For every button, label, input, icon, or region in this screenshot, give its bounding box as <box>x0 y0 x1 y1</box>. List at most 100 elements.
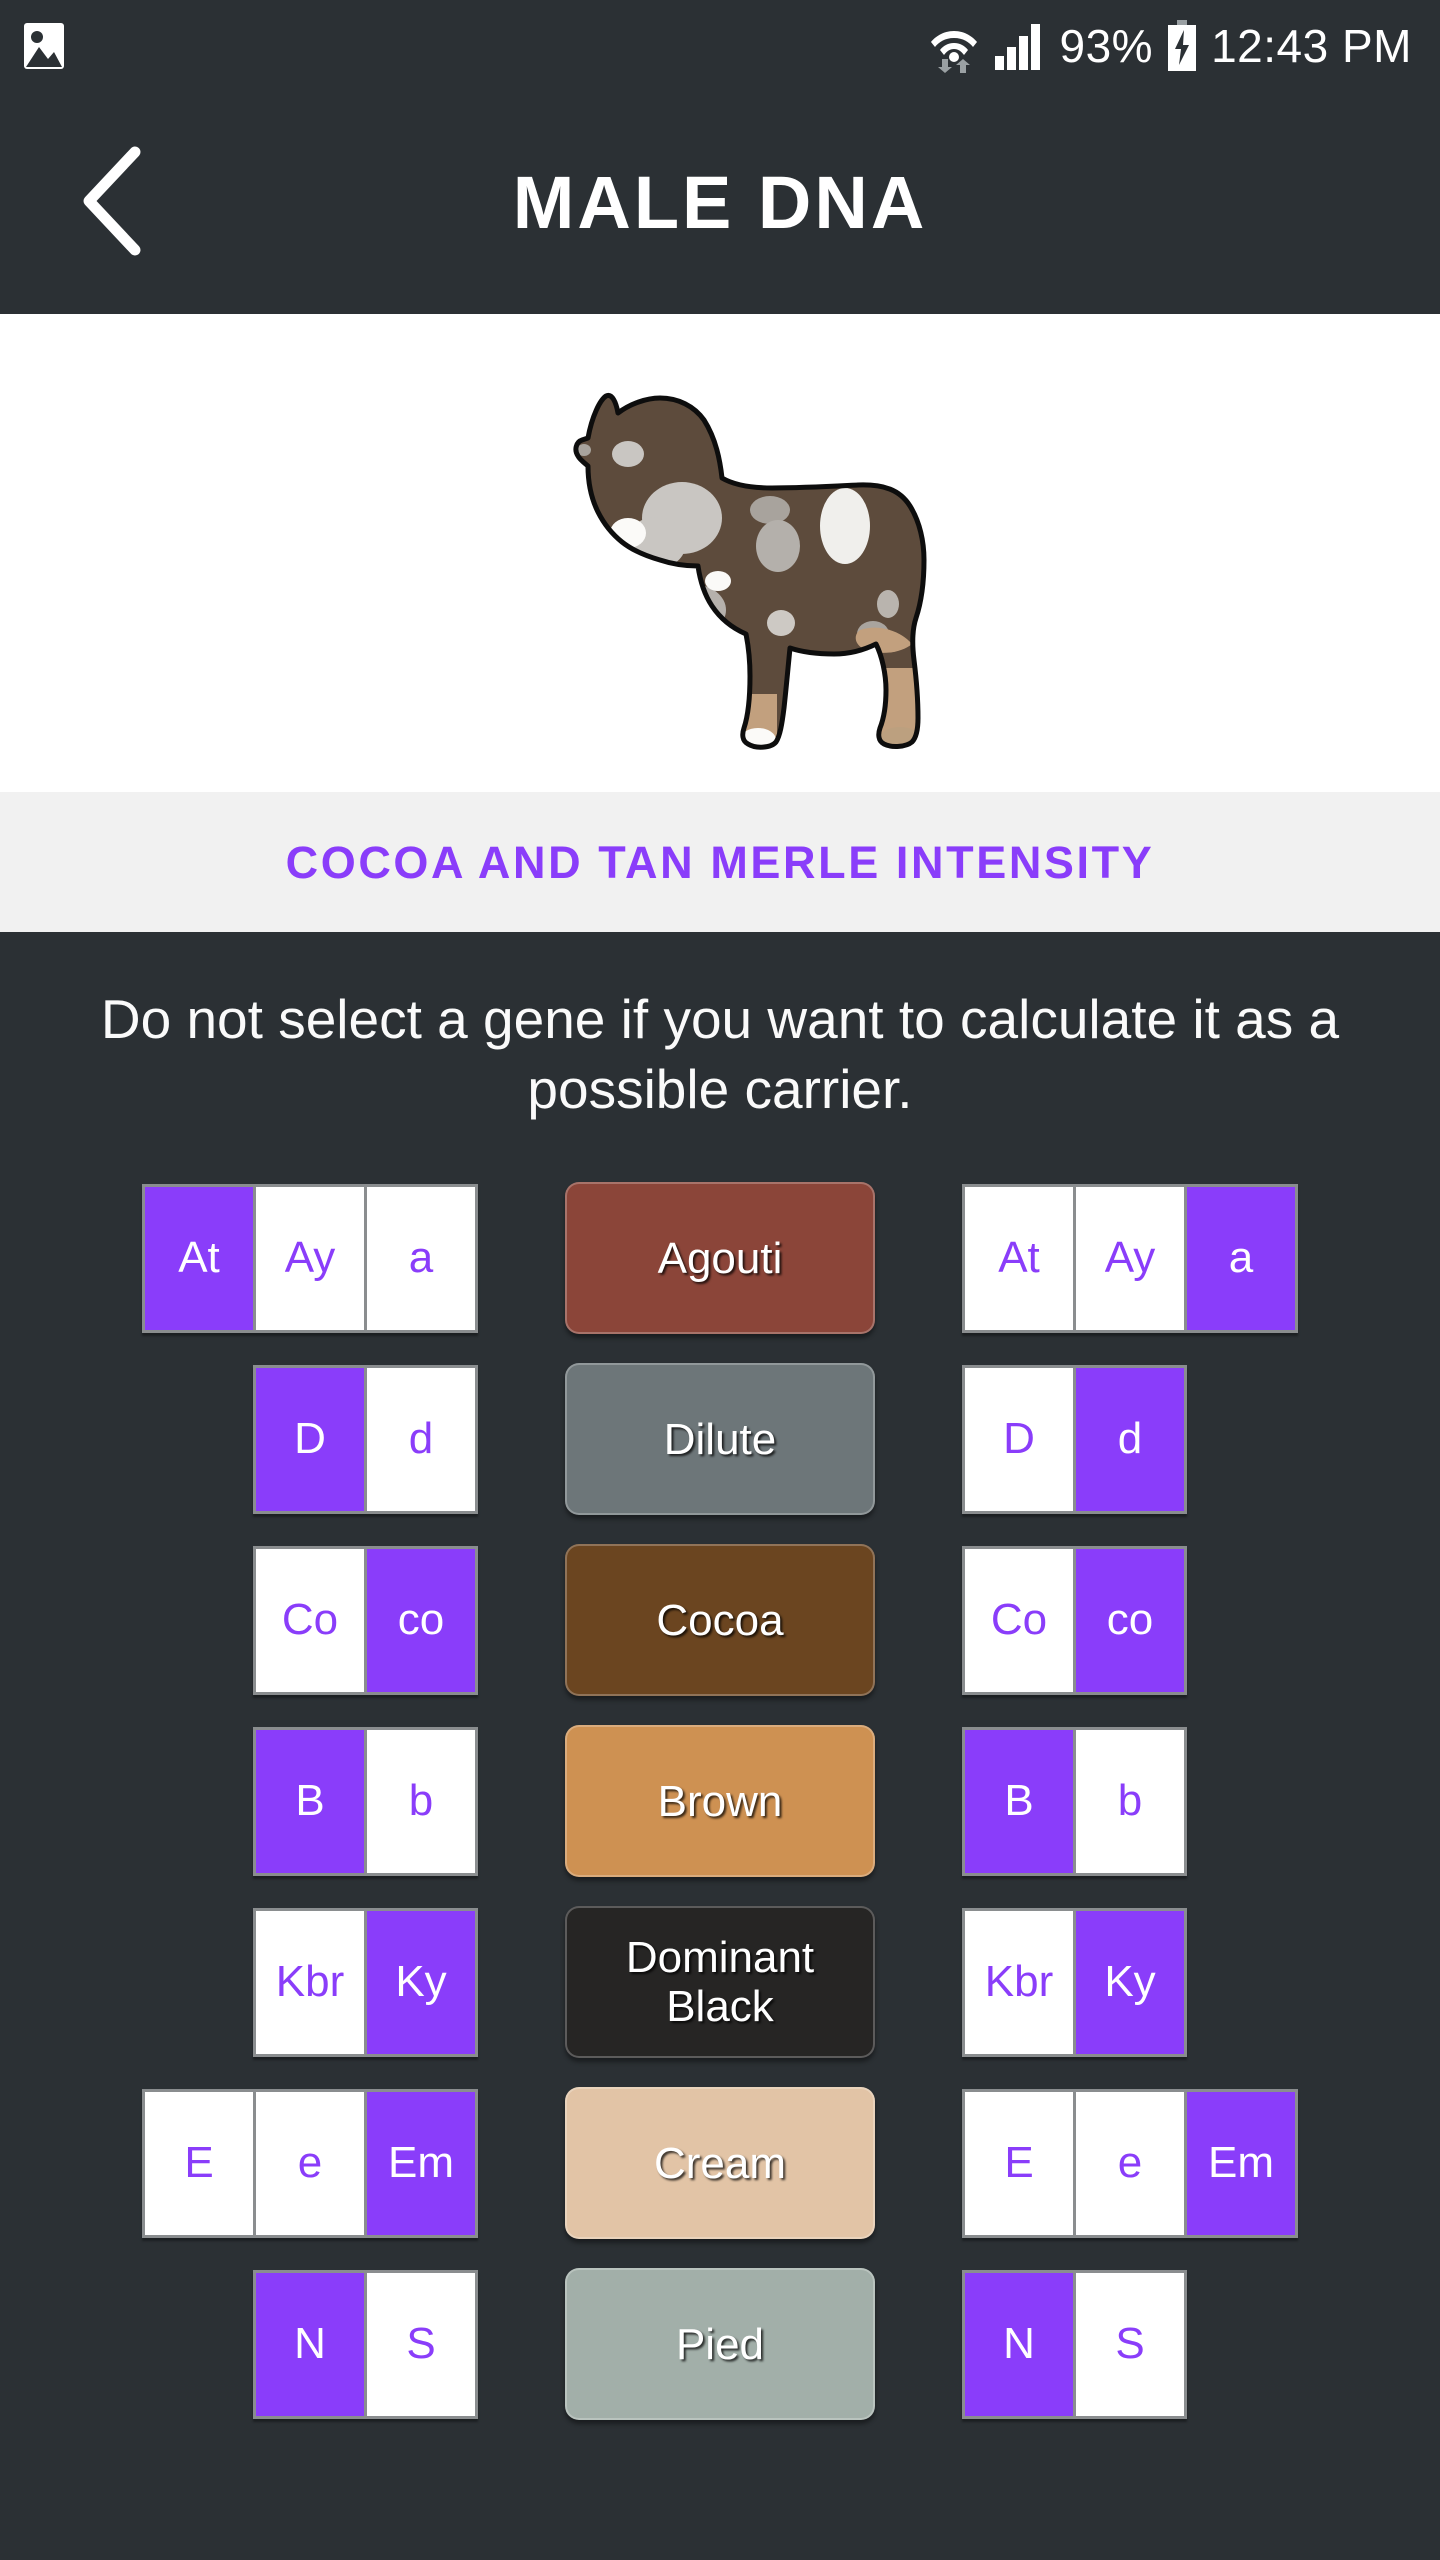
gene-button-agouti[interactable]: Agouti <box>565 1182 875 1335</box>
page-title: MALE DNA <box>512 161 928 244</box>
gene-button-dominant-black[interactable]: Dominant Black <box>565 1906 875 2059</box>
status-bar-left <box>22 21 66 71</box>
gene-button-column: Brown <box>500 1725 940 1878</box>
right-allele-group: Ee Em <box>962 2088 1298 2238</box>
allele-cell-cream-left-em[interactable]: Em <box>367 2091 475 2235</box>
allele-cell-brown-left-b[interactable]: b <box>367 1729 475 1873</box>
allele-cell-pied-right-s[interactable]: S <box>1076 2272 1184 2416</box>
allele-cell-cream-right-em[interactable]: Em <box>1187 2091 1295 2235</box>
gene-button-column: Pied <box>500 2268 940 2421</box>
right-allele-column-brown: Bb <box>940 1720 1440 1883</box>
left-allele-column-dominant-black: Kbr Ky <box>0 1901 500 2064</box>
dog-illustration <box>460 338 980 768</box>
left-allele-group: NS <box>253 2269 478 2419</box>
left-allele-column-cream: Ee Em <box>0 2082 500 2245</box>
allele-cell-pied-left-n[interactable]: N <box>256 2272 364 2416</box>
left-allele-column-dilute: Dd <box>0 1358 500 1521</box>
gene-row-brown: Bb Brown Bb <box>0 1720 1440 1883</box>
status-bar-right: 93% 12:43 PM <box>928 19 1412 73</box>
left-allele-column-agouti: At Ay a <box>0 1177 500 1340</box>
allele-cell-cocoa-left-co[interactable]: co <box>367 1548 475 1692</box>
right-allele-column-cocoa: Co co <box>940 1539 1440 1702</box>
allele-cell-pied-right-n[interactable]: N <box>965 2272 1073 2416</box>
allele-cell-agouti-right-at[interactable]: At <box>965 1186 1073 1330</box>
gene-button-dilute[interactable]: Dilute <box>565 1363 875 1516</box>
gene-row-agouti: At Ay a Agouti At Ay a <box>0 1177 1440 1340</box>
right-allele-group: Dd <box>962 1364 1187 1514</box>
left-allele-column-cocoa: Co co <box>0 1539 500 1702</box>
gene-button-cocoa[interactable]: Cocoa <box>565 1544 875 1697</box>
gene-row-pied: N S Pied N S <box>0 2263 1440 2426</box>
allele-cell-pied-left-s[interactable]: S <box>367 2272 475 2416</box>
right-allele-group: Co co <box>962 1545 1187 1695</box>
left-allele-group: Kbr Ky <box>253 1907 478 2057</box>
trait-banner-label: COCOA AND TAN MERLE INTENSITY <box>285 836 1155 888</box>
right-allele-group: NS <box>962 2269 1187 2419</box>
allele-cell-dominant-black-right-ky[interactable]: Ky <box>1076 1910 1184 2054</box>
trait-banner: COCOA AND TAN MERLE INTENSITY <box>0 792 1440 932</box>
allele-cell-cocoa-right-co[interactable]: co <box>1076 1548 1184 1692</box>
allele-cell-agouti-right-ay[interactable]: Ay <box>1076 1186 1184 1330</box>
gene-button-cream[interactable]: Cream <box>565 2087 875 2240</box>
allele-cell-cream-right-e[interactable]: e <box>1076 2091 1184 2235</box>
allele-cell-dilute-left-d[interactable]: d <box>367 1367 475 1511</box>
allele-cell-dominant-black-left-kbr[interactable]: Kbr <box>256 1910 364 2054</box>
clock-label: 12:43 PM <box>1211 20 1412 72</box>
allele-cell-cream-right-e[interactable]: E <box>965 2091 1073 2235</box>
allele-cell-dilute-right-d[interactable]: d <box>1076 1367 1184 1511</box>
allele-cell-brown-left-b[interactable]: B <box>256 1729 364 1873</box>
allele-cell-cocoa-left-co[interactable]: Co <box>256 1548 364 1692</box>
app-screen: 93% 12:43 PM MALE DNA COCOA AND TAN MERL… <box>0 0 1440 2560</box>
image-icon <box>22 21 66 71</box>
allele-cell-dominant-black-left-ky[interactable]: Ky <box>367 1910 475 2054</box>
app-bar: MALE DNA <box>0 92 1440 314</box>
left-allele-group: Co co <box>253 1545 478 1695</box>
allele-cell-brown-right-b[interactable]: B <box>965 1729 1073 1873</box>
gene-button-column: Agouti <box>500 1182 940 1335</box>
right-allele-column-pied: NS <box>940 2263 1440 2426</box>
left-allele-group: Bb <box>253 1726 478 1876</box>
gene-button-brown[interactable]: Brown <box>565 1725 875 1878</box>
right-allele-column-agouti: At Ay a <box>940 1177 1440 1340</box>
allele-cell-dominant-black-right-kbr[interactable]: Kbr <box>965 1910 1073 2054</box>
gene-button-column: Cream <box>500 2087 940 2240</box>
right-allele-group: Kbr Ky <box>962 1907 1187 2057</box>
gene-grid: At Ay a Agouti At Ay a Dd Dilute Dd Co co Cocoa Co co B… <box>0 1177 1440 2426</box>
allele-cell-cream-left-e[interactable]: E <box>145 2091 253 2235</box>
left-allele-group: At Ay a <box>142 1183 478 1333</box>
gene-button-column: Dominant Black <box>500 1906 940 2059</box>
allele-cell-agouti-left-at[interactable]: At <box>145 1186 253 1330</box>
right-allele-column-dominant-black: Kbr Ky <box>940 1901 1440 2064</box>
allele-cell-agouti-right-a[interactable]: a <box>1187 1186 1295 1330</box>
battery-percent-label: 93% <box>1059 20 1154 72</box>
allele-cell-dilute-right-d[interactable]: D <box>965 1367 1073 1511</box>
allele-cell-cream-left-e[interactable]: e <box>256 2091 364 2235</box>
gene-button-column: Cocoa <box>500 1544 940 1697</box>
left-allele-group: Ee Em <box>142 2088 478 2238</box>
left-allele-group: Dd <box>253 1364 478 1514</box>
allele-cell-cocoa-right-co[interactable]: Co <box>965 1548 1073 1692</box>
wifi-icon <box>928 19 980 73</box>
gene-button-column: Dilute <box>500 1363 940 1516</box>
signal-bars-icon <box>994 22 1046 70</box>
allele-cell-brown-right-b[interactable]: b <box>1076 1729 1184 1873</box>
left-allele-column-pied: NS <box>0 2263 500 2426</box>
battery-charging-icon <box>1167 20 1197 72</box>
right-allele-group: At Ay a <box>962 1183 1298 1333</box>
allele-cell-agouti-left-a[interactable]: a <box>367 1186 475 1330</box>
allele-cell-agouti-left-ay[interactable]: Ay <box>256 1186 364 1330</box>
left-allele-column-brown: Bb <box>0 1720 500 1883</box>
gene-selection-panel: Do not select a gene if you want to calc… <box>0 932 1440 2560</box>
right-allele-column-cream: Ee Em <box>940 2082 1440 2245</box>
status-bar: 93% 12:43 PM <box>0 0 1440 92</box>
gene-row-cocoa: Co co Cocoa Co co <box>0 1539 1440 1702</box>
gene-row-dilute: Dd Dilute Dd <box>0 1358 1440 1521</box>
gene-button-pied[interactable]: Pied <box>565 2268 875 2421</box>
instructions-text: Do not select a gene if you want to calc… <box>100 988 1340 1121</box>
allele-cell-dilute-left-d[interactable]: D <box>256 1367 364 1511</box>
right-allele-column-dilute: Dd <box>940 1358 1440 1521</box>
gene-row-cream: Ee Em Cream Ee Em <box>0 2082 1440 2245</box>
gene-row-dominant-black: Kbr Ky Dominant Black Kbr Ky <box>0 1901 1440 2064</box>
dog-preview-panel <box>0 314 1440 792</box>
right-allele-group: Bb <box>962 1726 1187 1876</box>
